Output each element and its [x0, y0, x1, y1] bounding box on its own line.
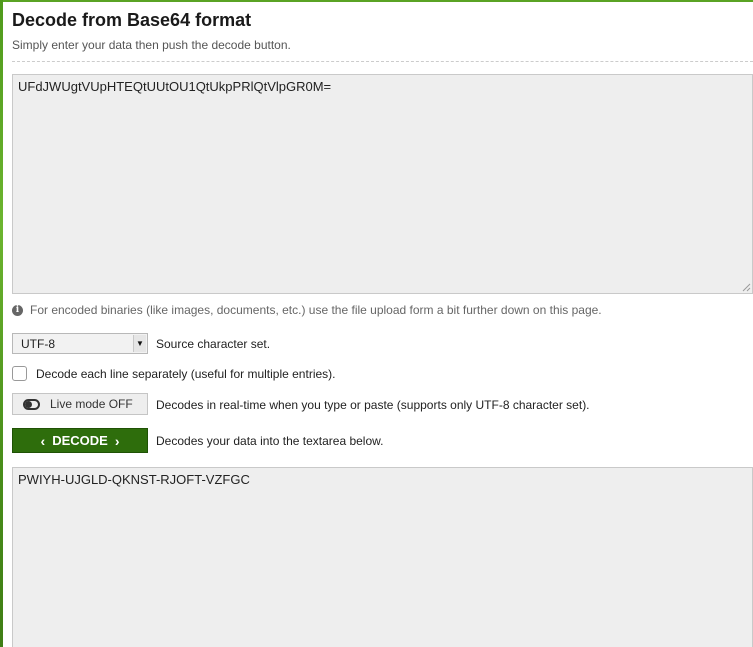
decode-each-line-label[interactable]: Decode each line separately (useful for …	[36, 367, 335, 381]
charset-select[interactable]: UTF-8 ▼	[12, 333, 148, 354]
live-mode-button[interactable]: Live mode OFF	[12, 393, 148, 415]
file-upload-hint: i For encoded binaries (like images, doc…	[12, 303, 602, 317]
left-accent-border	[0, 0, 3, 647]
live-mode-button-label: Live mode OFF	[50, 397, 133, 411]
charset-label: Source character set.	[156, 337, 271, 351]
page-subtitle: Simply enter your data then push the dec…	[12, 38, 291, 52]
decoded-output-textarea[interactable]: PWIYH-UJGLD-QKNST-RJOFT-VZFGC	[12, 467, 753, 647]
toggle-off-icon	[23, 398, 40, 410]
page-title: Decode from Base64 format	[12, 10, 252, 30]
live-mode-description: Decodes in real-time when you type or pa…	[156, 398, 590, 412]
top-accent-border	[0, 0, 753, 2]
page: Decode from Base64 format Simply enter y…	[0, 0, 753, 647]
base64-input-textarea[interactable]: UFdJWUgtVUpHTEQtUUtOU1QtUkpPRlQtVlpGR0M=	[12, 74, 753, 294]
chevron-right-icon: ›	[114, 432, 120, 449]
chevron-left-icon: ‹	[40, 432, 46, 449]
dashed-divider	[12, 61, 753, 62]
charset-selected-value: UTF-8	[21, 336, 55, 351]
info-icon: i	[12, 304, 23, 316]
decode-description: Decodes your data into the textarea belo…	[156, 434, 384, 448]
dropdown-arrow-icon: ▼	[133, 335, 146, 352]
resize-grip-icon[interactable]	[742, 283, 751, 292]
decode-button[interactable]: ‹ DECODE ›	[12, 428, 148, 453]
decode-each-line-checkbox[interactable]	[12, 366, 27, 381]
file-upload-hint-text: For encoded binaries (like images, docum…	[30, 303, 602, 317]
decode-button-label: DECODE	[52, 433, 108, 448]
